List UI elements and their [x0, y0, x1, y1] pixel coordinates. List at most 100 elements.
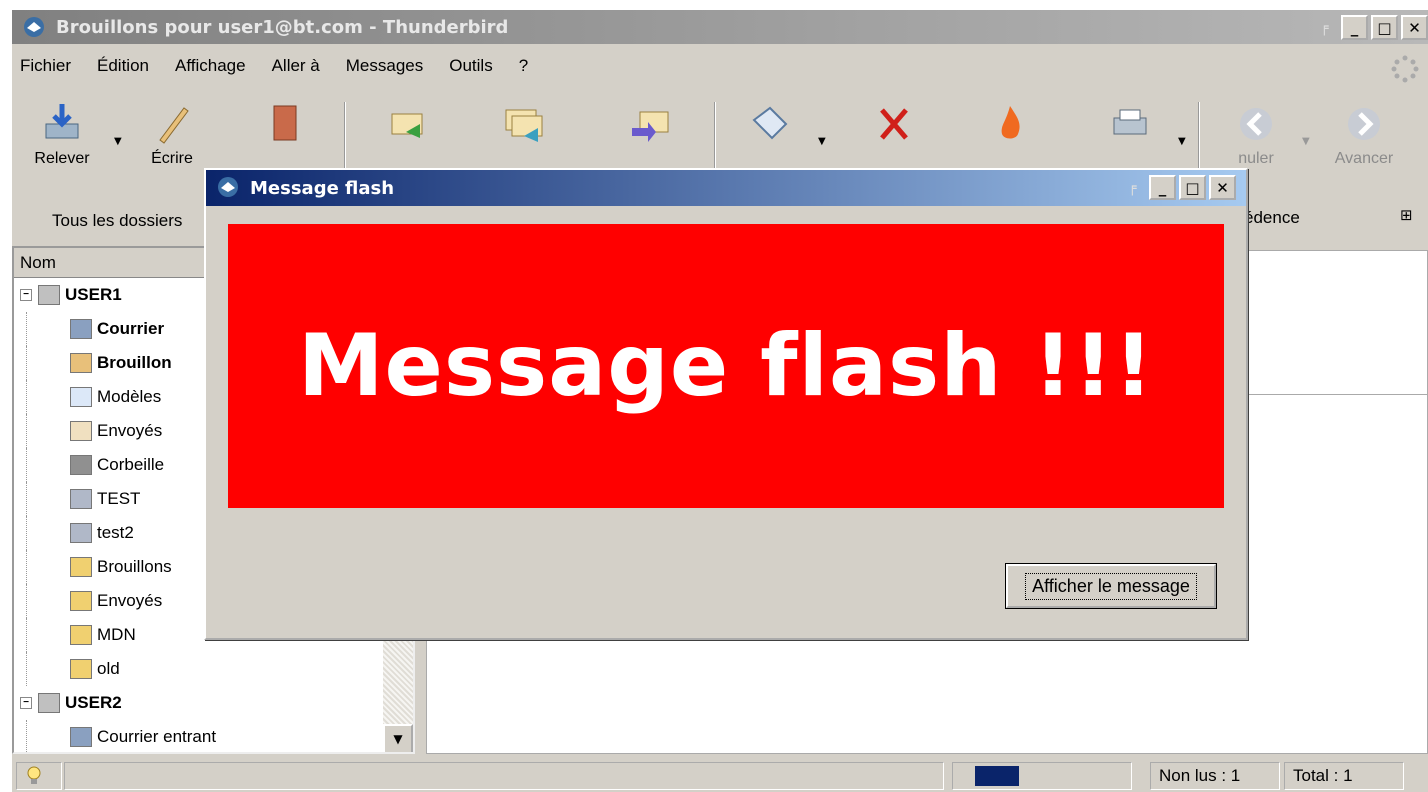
dialog-title: Message flash [250, 177, 395, 199]
ff-icon[interactable]: ╒ [1311, 15, 1338, 40]
junk-icon [1001, 106, 1020, 139]
account-icon [38, 693, 60, 713]
tree-line [26, 584, 70, 618]
junk-button[interactable] [988, 102, 1032, 150]
search-folder-icon [70, 489, 92, 509]
folder-label: test2 [97, 523, 134, 542]
search-folder-icon [70, 523, 92, 543]
reply-all-button[interactable] [496, 102, 552, 150]
show-message-label: Afficher le message [1025, 572, 1197, 600]
menu-help[interactable]: ? [519, 56, 528, 76]
show-message-button[interactable]: Afficher le message [1005, 563, 1217, 609]
folder-column-label: Nom [20, 252, 56, 272]
get-mail-button[interactable]: Relever [26, 102, 98, 168]
column-picker-icon[interactable]: ⊞ [1400, 206, 1424, 234]
get-mail-icon [45, 104, 79, 139]
folder-label: Corbeille [97, 455, 165, 474]
print-button[interactable] [1100, 102, 1160, 150]
back-button[interactable]: nuler [1224, 102, 1288, 168]
tree-line [26, 550, 70, 584]
address-book-button[interactable] [262, 102, 306, 150]
toolbar-separator [1198, 102, 1200, 174]
tree-line [26, 380, 70, 414]
folder-label: USER2 [65, 693, 122, 712]
status-text [64, 762, 944, 790]
tag-button[interactable] [740, 102, 800, 150]
menu-affichage[interactable]: Affichage [175, 56, 246, 76]
folder-label: old [97, 659, 120, 678]
menu-outils[interactable]: Outils [449, 56, 492, 76]
back-arrow-icon [1240, 108, 1272, 140]
tree-line [26, 312, 70, 346]
dialog-maximize-button[interactable]: □ [1179, 175, 1206, 200]
reply-button[interactable] [380, 102, 436, 150]
dialog-minimize-button[interactable]: _ [1149, 175, 1176, 200]
chevron-down-icon[interactable]: ▼ [1302, 136, 1310, 147]
dialog-close-button[interactable]: ✕ [1209, 175, 1236, 200]
sent-icon [70, 421, 92, 441]
forward-arrow-icon [1348, 108, 1380, 140]
folder-item[interactable]: old [14, 652, 413, 686]
throbber-icon [1391, 55, 1419, 83]
folder-item[interactable]: Courrier entrant [14, 720, 413, 752]
dialog-titlebar[interactable]: Message flash ╒ _ □ ✕ [206, 170, 1246, 206]
chevron-down-icon[interactable]: ▼ [818, 136, 826, 147]
tree-line [26, 516, 70, 550]
trash-icon [70, 455, 92, 475]
folder-view-label: Tous les dossiers [52, 211, 183, 230]
toolbar-separator [714, 102, 716, 174]
folder-label: USER1 [65, 285, 122, 304]
minimize-button[interactable]: _ [1341, 15, 1368, 40]
collapse-icon[interactable]: − [20, 697, 32, 709]
progress-fill [975, 766, 1019, 786]
forward-nav-button[interactable]: Avancer [1324, 102, 1404, 168]
folder-label: Brouillon [97, 353, 172, 372]
folder-icon [70, 557, 92, 577]
tree-line [26, 482, 70, 516]
tree-line [26, 618, 70, 652]
reply-all-icon [505, 109, 543, 142]
column-header-fragment[interactable]: édence [1244, 208, 1300, 228]
tree-line [26, 414, 70, 448]
get-mail-label: Relever [34, 150, 90, 167]
chevron-down-icon[interactable]: ▼ [114, 136, 122, 147]
message-flash-dialog: Message flash ╒ _ □ ✕ Message flash !!! … [204, 168, 1248, 640]
ff-icon[interactable]: ╒ [1119, 175, 1146, 200]
close-button[interactable]: ✕ [1401, 15, 1428, 40]
toolbar-separator [344, 102, 346, 174]
tree-line [26, 448, 70, 482]
menu-aller[interactable]: Aller à [272, 56, 320, 76]
account-icon [38, 285, 60, 305]
menu-edition[interactable]: Édition [97, 56, 149, 76]
write-button[interactable]: Écrire [142, 102, 202, 168]
inbox-icon [70, 319, 92, 339]
menu-messages[interactable]: Messages [346, 56, 423, 76]
drafts-icon [70, 353, 92, 373]
address-book-icon [273, 105, 297, 141]
maximize-button[interactable]: □ [1371, 15, 1398, 40]
folder-item[interactable]: − USER2 [14, 686, 413, 720]
printer-icon [1113, 109, 1147, 135]
folder-icon [70, 659, 92, 679]
collapse-icon[interactable]: − [20, 289, 32, 301]
folder-label: Courrier [97, 319, 165, 338]
tree-line [26, 652, 70, 686]
scroll-down-button[interactable]: ▼ [383, 724, 413, 752]
delete-button[interactable] [872, 102, 916, 150]
forward-button[interactable] [622, 102, 678, 150]
window-titlebar[interactable]: Brouillons pour user1@bt.com - Thunderbi… [12, 10, 1428, 44]
templates-icon [70, 387, 92, 407]
back-label: nuler [1238, 150, 1274, 167]
menu-bar: Fichier Édition Affichage Aller à Messag… [12, 48, 1428, 84]
scrollbar-track[interactable]: ▼ [383, 628, 413, 752]
tree-line [26, 346, 70, 380]
menu-fichier[interactable]: Fichier [20, 56, 71, 76]
flash-message-text: Message flash !!! [297, 316, 1155, 416]
write-label: Écrire [151, 150, 193, 167]
total-count: Total : 1 [1284, 762, 1404, 790]
folder-icon [70, 591, 92, 611]
folder-label: Courrier entrant [97, 727, 217, 746]
inbox-icon [70, 727, 92, 747]
folder-icon [70, 625, 92, 645]
chevron-down-icon[interactable]: ▼ [1178, 136, 1186, 147]
